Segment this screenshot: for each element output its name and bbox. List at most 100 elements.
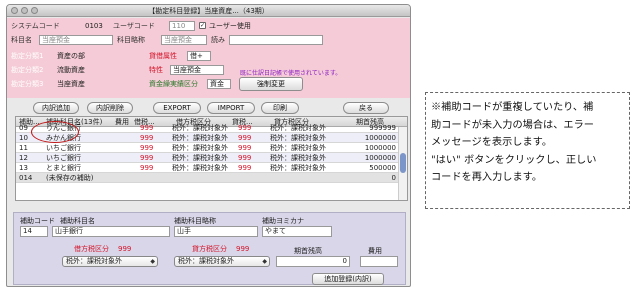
- print-button[interactable]: 印刷: [261, 102, 299, 114]
- user-code-label: ユーザコード: [113, 22, 155, 30]
- editor-short-field[interactable]: 山手: [174, 226, 258, 237]
- user-use-label: ユーザー使用: [209, 22, 251, 30]
- row-name: いちご銀行: [46, 154, 81, 162]
- row-code: 11: [19, 144, 28, 152]
- row-credit-tax-code: 999: [238, 154, 252, 162]
- row-opening-balance: 1000000: [364, 154, 396, 162]
- row-code: 12: [19, 154, 28, 162]
- row-code: 10: [19, 134, 28, 142]
- user-use-checkbox[interactable]: ✓: [199, 22, 206, 29]
- account-header-panel: システムコード 0103 ユーザコード 110 ✓ ユーザー使用 科目名 当座預…: [7, 18, 410, 98]
- table-row[interactable]: 13 とまと銀行 999 税外：課税対象外 999 税外：課税対象外 500000: [16, 163, 407, 173]
- table-row[interactable]: 11 いちご銀行 999 税外：課税対象外 999 税外：課税対象外 1000000: [16, 143, 407, 153]
- window-titlebar: 【勘定科目登録】当座資産...（43期）: [7, 5, 410, 17]
- callout-line-2: 助コードが未入力の場合は、エラー: [431, 119, 594, 131]
- table-scrollbar[interactable]: [398, 127, 407, 200]
- row-debit-category: 税外：課税対象外: [172, 124, 228, 132]
- row-debit-category: 税外：課税対象外: [172, 154, 228, 162]
- editor-debit-tax-select[interactable]: 税外：課税対象外 ◆: [62, 256, 158, 267]
- account-short-field[interactable]: 当座預金: [161, 35, 207, 45]
- scrollbar-thumb[interactable]: [400, 153, 406, 173]
- trait-label: 特性: [149, 66, 163, 74]
- reading-field[interactable]: [229, 35, 323, 45]
- editor-cost-field[interactable]: [360, 256, 398, 267]
- force-change-button[interactable]: 強制変更: [239, 77, 303, 91]
- row-opening-balance: 1000000: [364, 134, 396, 142]
- trait-field[interactable]: 当座預金: [170, 65, 224, 75]
- callout-line-3: メッセージを表示します。: [431, 137, 553, 148]
- export-button[interactable]: EXPORT: [153, 102, 201, 114]
- fund-label: 資金繰実績区分: [149, 80, 198, 88]
- row-debit-category: 税外：課税対象外: [172, 164, 228, 172]
- editor-credit-tax-label: 貸方税区分: [192, 245, 227, 253]
- editor-credit-tax-code: 999: [236, 245, 250, 253]
- callout-line-1: ※補助コードが重複していたり、補: [431, 102, 594, 113]
- row-name: とまと銀行: [46, 164, 81, 172]
- editor-code-label: 補助コード: [20, 217, 55, 225]
- row-debit-tax-code: 999: [140, 124, 154, 132]
- row-name: いちご銀行: [46, 144, 81, 152]
- credit-select-arrow-icon: ◆: [262, 258, 267, 265]
- account-short-label: 科目略称: [117, 36, 145, 44]
- row-debit-category: 税外：課税対象外: [172, 134, 228, 142]
- editor-name-label: 補助科目名: [60, 217, 95, 225]
- account-registration-window: 【勘定科目登録】当座資産...（43期） システムコード 0103 ユーザコード…: [6, 4, 411, 287]
- class2-label: 勘定分類2: [11, 66, 44, 74]
- close-window-icon[interactable]: [11, 7, 18, 14]
- row-credit-category: 税外：課税対象外: [270, 124, 326, 132]
- editor-short-label: 補助科目略称: [174, 217, 216, 225]
- class3-value: 当座資産: [57, 80, 85, 88]
- col-header-cost[interactable]: 費用: [115, 117, 129, 127]
- minimize-window-icon[interactable]: [21, 7, 28, 14]
- table-row[interactable]: 014 (未保存の補助) 0: [16, 173, 407, 183]
- editor-debit-tax-code: 999: [118, 245, 132, 253]
- callout-line-4: "はい" ボタンをクリックし、正しい: [431, 154, 597, 166]
- editor-cost-label: 費用: [368, 247, 382, 255]
- row-debit-tax-code: 999: [140, 154, 154, 162]
- class2-value: 流動資産: [57, 66, 85, 74]
- window-title: 【勘定科目登録】当座資産...（43期）: [148, 7, 269, 15]
- import-button[interactable]: IMPORT: [207, 102, 255, 114]
- editor-debit-tax-label: 借方税区分: [74, 245, 109, 253]
- system-code-value: 0103: [85, 22, 103, 30]
- row-credit-category: 税外：課税対象外: [270, 154, 326, 162]
- sub-account-editor: 補助コード 補助科目名 補助科目略称 補助ヨミカナ 14 山手銀行 山手 やまて…: [13, 212, 406, 285]
- user-code-field[interactable]: 110: [169, 21, 195, 31]
- row-debit-tax-code: 999: [140, 164, 154, 172]
- table-row[interactable]: 12 いちご銀行 999 税外：課税対象外 999 税外：課税対象外 1000000: [16, 153, 407, 163]
- already-used-note: 既に仕訳日記帳で使用されています。: [240, 70, 342, 77]
- window-controls: [11, 7, 38, 14]
- add-detail-button[interactable]: 内訳追加: [33, 102, 79, 114]
- row-credit-tax-code: 999: [238, 124, 252, 132]
- row-opening-balance: 999999: [369, 124, 396, 132]
- back-button[interactable]: 戻る: [343, 102, 389, 114]
- row-credit-category: 税外：課税対象外: [270, 134, 326, 142]
- row-credit-tax-code: 999: [238, 134, 252, 142]
- system-code-label: システムコード: [11, 22, 60, 30]
- row-opening-balance: 1000000: [364, 144, 396, 152]
- row-debit-tax-code: 999: [140, 134, 154, 142]
- delete-detail-button[interactable]: 内訳削除: [87, 102, 133, 114]
- editor-name-field[interactable]: 山手銀行: [52, 226, 170, 237]
- row-credit-category: 税外：課税対象外: [270, 164, 326, 172]
- editor-credit-tax-select[interactable]: 税外：課税対象外 ◆: [174, 256, 270, 267]
- editor-balance-field[interactable]: 0: [276, 256, 350, 267]
- editor-code-field[interactable]: 14: [20, 226, 48, 237]
- row-opening-balance: 0: [391, 174, 396, 182]
- row-opening-balance: 500000: [369, 164, 396, 172]
- row-code: 13: [19, 164, 28, 172]
- row-credit-tax-code: 999: [238, 164, 252, 172]
- help-callout: ※補助コードが重複していたり、補 助コードが未入力の場合は、エラー メッセージを…: [425, 92, 630, 209]
- debit-tax-select-value: 税外：課税対象外: [66, 257, 122, 265]
- fund-field[interactable]: 資金: [207, 79, 231, 89]
- class1-value: 資産の部: [57, 52, 85, 60]
- add-register-button[interactable]: 追加登録(内訳): [312, 273, 384, 285]
- editor-kana-label: 補助ヨミカナ: [262, 217, 304, 225]
- zoom-window-icon[interactable]: [31, 7, 38, 14]
- row-code: 014: [19, 174, 33, 182]
- editor-kana-field[interactable]: やまて: [262, 226, 332, 237]
- class1-label: 勘定分類1: [11, 52, 44, 60]
- debit-attr-field[interactable]: 借+: [187, 51, 211, 61]
- account-name-label: 科目名: [11, 36, 32, 44]
- account-name-field[interactable]: 当座預金: [39, 35, 113, 45]
